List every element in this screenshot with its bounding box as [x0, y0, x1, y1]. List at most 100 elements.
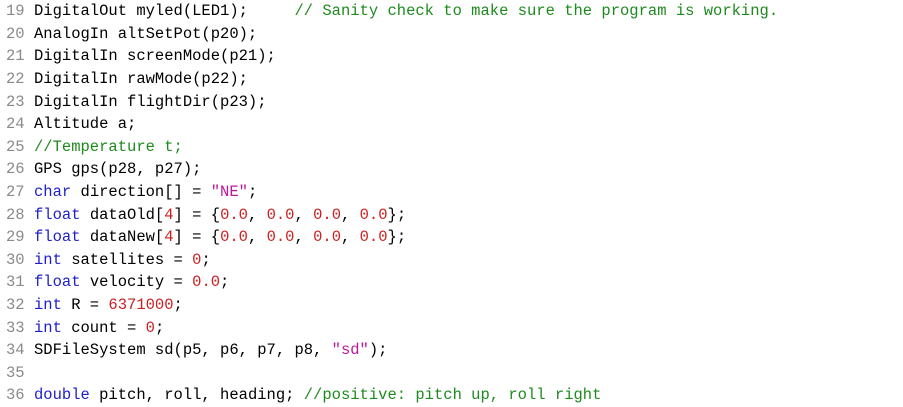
- number-token: 0.0: [220, 205, 248, 224]
- code-text: float dataOld[4] = {0.0, 0.0, 0.0, 0.0};: [34, 206, 903, 224]
- line-number: 19: [6, 2, 25, 21]
- code-token: ,: [294, 228, 314, 247]
- code-token: };: [387, 205, 407, 224]
- code-token: ;: [247, 183, 258, 202]
- code-token: pitch, roll, heading;: [89, 386, 304, 405]
- code-text: //Temperature t;: [34, 138, 903, 156]
- keyword-token: float: [34, 273, 81, 292]
- keyword-token: int: [34, 250, 62, 269]
- code-token: dataNew[: [80, 228, 165, 247]
- code-token: GPS gps(p28, p27);: [34, 160, 202, 179]
- comment-token: // Sanity check to make sure the program…: [294, 2, 779, 21]
- code-text: AnalogIn altSetPot(p20);: [34, 25, 903, 43]
- code-line[interactable]: 23 DigitalIn flightDir(p23);: [0, 90, 903, 113]
- line-number: 24: [6, 115, 25, 134]
- line-number: 26: [6, 160, 25, 179]
- code-text: int satellites = 0;: [34, 251, 903, 269]
- code-token: ,: [341, 228, 360, 247]
- code-text: float velocity = 0.0;: [34, 273, 903, 291]
- line-number: 22: [6, 70, 25, 89]
- code-line[interactable]: 31 float velocity = 0.0;: [0, 271, 903, 294]
- number-token: 0.0: [220, 228, 248, 247]
- code-line[interactable]: 33 int count = 0;: [0, 316, 903, 339]
- code-token: DigitalIn screenMode(p21);: [34, 47, 276, 66]
- line-number: 27: [6, 183, 25, 202]
- keyword-token: float: [34, 205, 81, 224]
- line-number: 30: [6, 250, 25, 269]
- keyword-token: char: [34, 183, 72, 202]
- keyword-token: double: [34, 386, 90, 405]
- code-editor[interactable]: 19 DigitalOut myled(LED1); // Sanity chec…: [0, 0, 903, 407]
- code-token: ] = {: [173, 205, 221, 224]
- code-text: GPS gps(p28, p27);: [34, 160, 903, 178]
- code-text: DigitalOut myled(LED1); // Sanity check …: [34, 2, 903, 20]
- line-number: 23: [6, 92, 25, 111]
- code-token: ,: [247, 228, 267, 247]
- code-text: Altitude a;: [34, 115, 903, 133]
- code-text: DigitalIn screenMode(p21);: [34, 47, 903, 65]
- code-token: };: [387, 228, 407, 247]
- line-number: 20: [6, 24, 25, 43]
- line-number: 25: [6, 137, 25, 156]
- code-line[interactable]: 24 Altitude a;: [0, 113, 903, 136]
- line-number: 36: [6, 386, 25, 405]
- code-token: ,: [341, 205, 360, 224]
- number-token: 0.0: [266, 228, 295, 247]
- code-text: int R = 6371000;: [34, 296, 903, 314]
- number-token: 0: [145, 318, 155, 337]
- code-line[interactable]: 26 GPS gps(p28, p27);: [0, 158, 903, 181]
- code-text: char direction[] = "NE";: [34, 183, 903, 201]
- code-text: SDFileSystem sd(p5, p6, p7, p8, "sd");: [34, 341, 903, 359]
- number-token: 0.0: [266, 205, 295, 224]
- code-token: Altitude a;: [34, 115, 137, 134]
- line-number: 21: [6, 47, 25, 66]
- number-token: 4: [164, 205, 174, 224]
- number-token: 0.0: [313, 228, 341, 247]
- line-number: 33: [6, 318, 25, 337]
- string-token: "sd": [331, 341, 369, 360]
- code-line[interactable]: 32 int R = 6371000;: [0, 294, 903, 317]
- keyword-token: int: [34, 296, 62, 315]
- code-token: dataOld[: [80, 205, 165, 224]
- comment-token: //Temperature t;: [34, 137, 183, 156]
- code-token: ;: [201, 250, 211, 269]
- string-token: "NE": [210, 183, 248, 202]
- comment-token: //positive: pitch up, roll right: [303, 386, 602, 405]
- keyword-token: int: [34, 318, 62, 337]
- code-token: velocity =: [80, 273, 193, 292]
- code-token: );: [368, 341, 388, 360]
- code-line[interactable]: 29 float dataNew[4] = {0.0, 0.0, 0.0, 0.0…: [0, 226, 903, 249]
- line-number: 28: [6, 205, 25, 224]
- number-token: 0.0: [359, 205, 388, 224]
- code-token: count =: [61, 318, 146, 337]
- line-number: 31: [6, 273, 25, 292]
- number-token: 0.0: [192, 273, 221, 292]
- code-token: DigitalIn rawMode(p22);: [34, 70, 248, 89]
- code-token: DigitalIn flightDir(p23);: [34, 92, 267, 111]
- code-token: ,: [247, 205, 267, 224]
- code-line[interactable]: 25 //Temperature t;: [0, 136, 903, 159]
- code-token: ;: [154, 318, 165, 337]
- code-text: DigitalIn rawMode(p22);: [34, 70, 903, 88]
- line-number: 35: [6, 363, 25, 382]
- code-line[interactable]: 30 int satellites = 0;: [0, 249, 903, 272]
- code-line[interactable]: 21 DigitalIn screenMode(p21);: [0, 45, 903, 68]
- number-token: 4: [164, 228, 174, 247]
- code-line[interactable]: 27 char direction[] = "NE";: [0, 181, 903, 204]
- code-line[interactable]: 22 DigitalIn rawMode(p22);: [0, 68, 903, 91]
- code-line[interactable]: 34 SDFileSystem sd(p5, p6, p7, p8, "sd");: [0, 339, 903, 362]
- code-token: SDFileSystem sd(p5, p6, p7, p8,: [34, 341, 332, 360]
- code-token: ;: [220, 273, 230, 292]
- code-token: direction[] =: [71, 183, 211, 202]
- line-number: 29: [6, 228, 25, 247]
- number-token: 6371000: [108, 296, 174, 315]
- code-line[interactable]: 36 double pitch, roll, heading; //positiv…: [0, 384, 903, 407]
- keyword-token: float: [34, 228, 81, 247]
- code-token: ;: [173, 296, 183, 315]
- code-token: ,: [294, 205, 314, 224]
- code-line[interactable]: 35: [0, 362, 903, 385]
- code-line[interactable]: 28 float dataOld[4] = {0.0, 0.0, 0.0, 0.0…: [0, 203, 903, 226]
- code-line[interactable]: 19 DigitalOut myled(LED1); // Sanity chec…: [0, 0, 903, 23]
- number-token: 0.0: [313, 205, 341, 224]
- code-line[interactable]: 20 AnalogIn altSetPot(p20);: [0, 23, 903, 46]
